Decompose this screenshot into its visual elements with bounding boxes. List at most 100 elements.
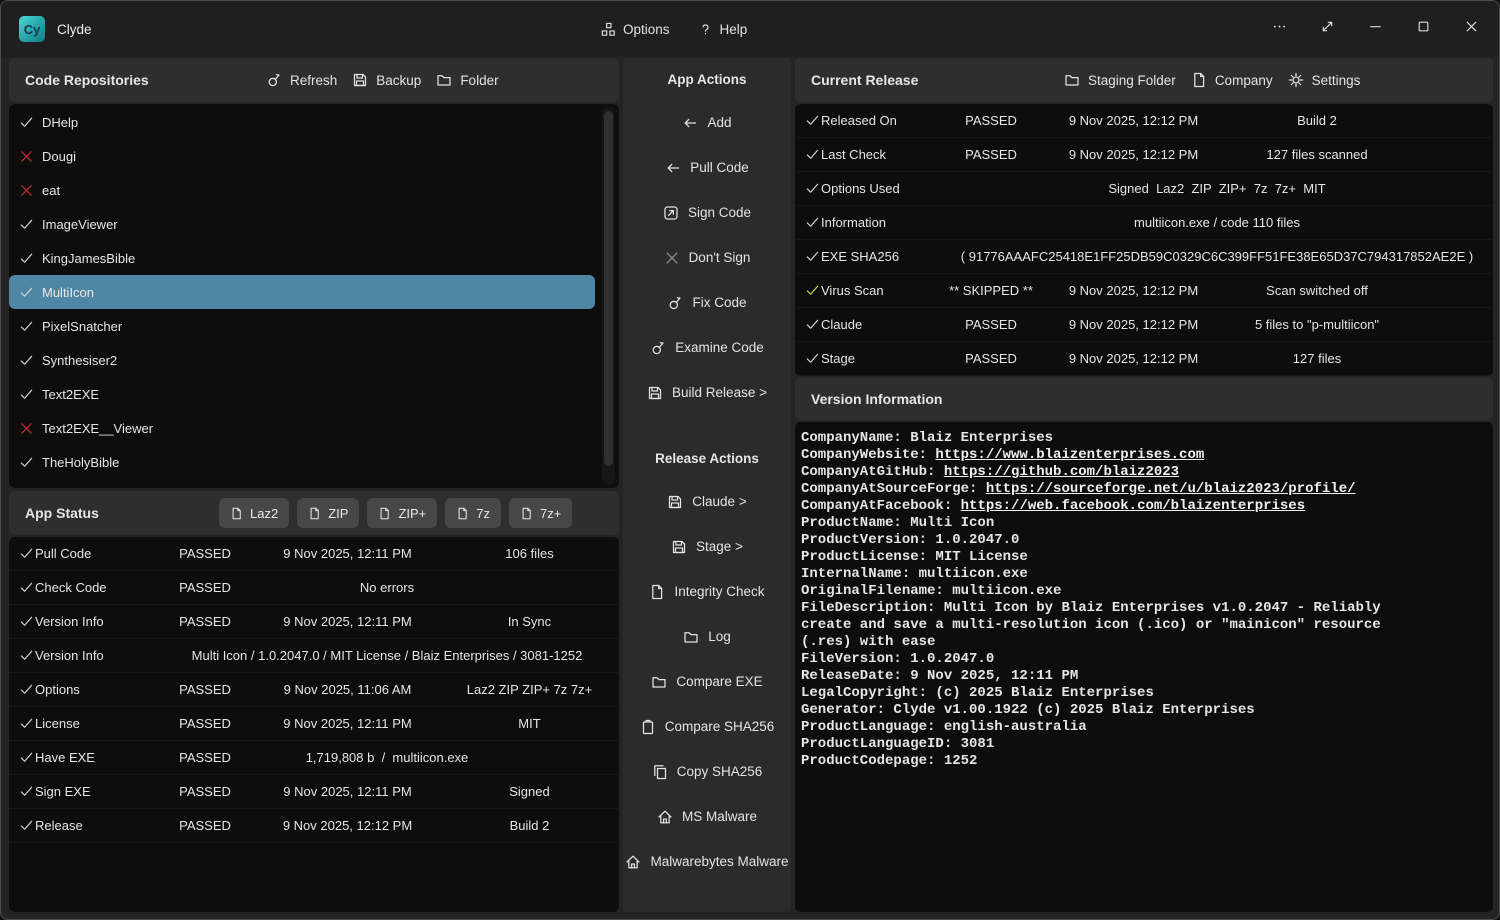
repo-item[interactable]: eat — [9, 173, 595, 207]
gear-icon — [1288, 72, 1304, 88]
repo-item[interactable]: TheHolyBible — [9, 445, 595, 479]
format-zip--button[interactable]: ZIP+ — [367, 498, 437, 528]
action-label: Don't Sign — [689, 250, 751, 265]
status-label: Information — [821, 215, 941, 230]
check-icon — [805, 113, 820, 128]
status-label: Version Info — [35, 614, 155, 629]
repo-item[interactable]: Synthesiser2 — [9, 343, 595, 377]
status-label: Release — [35, 818, 155, 833]
repo-list: DHelp Dougi eatImageViewerKingJamesBibleMu… — [9, 104, 619, 488]
action-compare-sha256-button[interactable]: Compare SHA256 — [623, 704, 791, 749]
repo-list-scrollbar[interactable] — [602, 107, 615, 485]
status-date: 9 Nov 2025, 12:12 PM — [1041, 147, 1226, 162]
more-button[interactable] — [1272, 19, 1287, 39]
action-pull-code-button[interactable]: Pull Code — [623, 145, 791, 190]
action-integrity-check-button[interactable]: Integrity Check — [623, 569, 791, 614]
action-examine-code-button[interactable]: Examine Code — [623, 325, 791, 370]
action-add-button[interactable]: Add — [623, 100, 791, 145]
check-icon — [805, 249, 820, 264]
release-staging-folder-button[interactable]: Staging Folder — [1064, 72, 1176, 88]
maximize-icon — [1416, 19, 1431, 34]
repos-folder-button[interactable]: Folder — [436, 72, 498, 88]
version-link[interactable]: https://www.blaizenterprises.com — [935, 447, 1204, 463]
action-don-t-sign-button[interactable]: Don't Sign — [623, 235, 791, 280]
status-result: PASSED — [155, 546, 255, 561]
release-actions-title: Release Actions — [623, 437, 791, 479]
status-result: PASSED — [155, 784, 255, 799]
status-detail: Signed — [440, 784, 619, 799]
status-detail: multiicon.exe / code 110 files — [951, 215, 1483, 230]
expand-icon — [1320, 19, 1335, 34]
scrollbar-thumb[interactable] — [604, 111, 613, 466]
repo-item[interactable]: Text2EXE — [9, 377, 595, 411]
app-title: Clyde — [57, 22, 92, 37]
action-log-button[interactable]: Log — [623, 614, 791, 659]
floppy-icon — [667, 494, 683, 510]
action-sign-code-button[interactable]: Sign Code — [623, 190, 791, 235]
format-laz2-button[interactable]: Laz2 — [219, 498, 289, 528]
version-field: ProductVersion: 1.0.2047.0 — [801, 532, 1019, 548]
action-label: Fix Code — [692, 295, 746, 310]
repo-name: PixelSnatcher — [42, 319, 122, 334]
check-icon — [19, 115, 34, 130]
action-build-release-button[interactable]: Build Release > — [623, 370, 791, 415]
minimize-button[interactable] — [1368, 19, 1383, 39]
action-copy-sha256-button[interactable]: Copy SHA256 — [623, 749, 791, 794]
button-label: Refresh — [290, 73, 337, 88]
magnifier-icon — [266, 72, 282, 88]
status-row: LicensePASSED9 Nov 2025, 12:11 PMMIT — [9, 707, 619, 741]
repo-item[interactable]: KingJamesBible — [9, 241, 595, 275]
release-company-button[interactable]: Company — [1191, 72, 1273, 88]
close-button[interactable] — [1464, 19, 1479, 39]
action-stage-button[interactable]: Stage > — [623, 524, 791, 569]
action-malwarebytes-malware-button[interactable]: Malwarebytes Malware — [623, 839, 791, 884]
folder-icon — [1064, 72, 1080, 88]
repo-item[interactable]: MultiIcon — [9, 275, 595, 309]
titlebar-options-button[interactable]: Options — [601, 22, 670, 37]
status-detail: Multi Icon / 1.0.2047.0 / MIT License / … — [165, 648, 609, 663]
repos-refresh-button[interactable]: Refresh — [266, 72, 337, 88]
format-7z--button[interactable]: 7z+ — [509, 498, 572, 528]
status-row: Information multiicon.exe / code 110 file… — [795, 206, 1493, 240]
page-icon — [1191, 72, 1207, 88]
expand-button[interactable] — [1320, 19, 1335, 39]
repo-item[interactable]: PixelSnatcher — [9, 309, 595, 343]
action-compare-exe-button[interactable]: Compare EXE — [623, 659, 791, 704]
version-link[interactable]: https://web.facebook.com/blaizenterprise… — [961, 498, 1305, 514]
status-row: Options UsedSigned Laz2 ZIP ZIP+ 7z 7z+ … — [795, 172, 1493, 206]
repo-item[interactable]: Text2EXE__Viewer — [9, 411, 595, 445]
maximize-button[interactable] — [1416, 19, 1431, 39]
repo-item[interactable]: ImageViewer — [9, 207, 595, 241]
format-7z-button[interactable]: 7z — [445, 498, 501, 528]
arrow-left-icon — [665, 160, 681, 176]
status-label: EXE SHA256 — [821, 249, 941, 264]
repo-item[interactable]: Dougi — [9, 139, 595, 173]
check-icon — [805, 215, 820, 230]
action-claude-button[interactable]: Claude > — [623, 479, 791, 524]
titlebar-help-button[interactable]: Help — [698, 22, 748, 37]
status-detail: 127 files scanned — [1226, 147, 1493, 162]
version-link[interactable]: https://github.com/blaiz2023 — [944, 464, 1179, 480]
version-info-line: LegalCopyright: (c) 2025 Blaiz Enterpris… — [801, 685, 1423, 702]
version-field: OriginalFilename: multiicon.exe — [801, 583, 1061, 599]
current-release-title: Current Release — [811, 72, 918, 88]
magnifier-icon — [667, 295, 683, 311]
check-icon — [19, 784, 34, 799]
action-ms-malware-button[interactable]: MS Malware — [623, 794, 791, 839]
repo-item[interactable]: DHelp — [9, 105, 595, 139]
version-info-line: CompanyAtGitHub: https://github.com/blai… — [801, 464, 1423, 481]
version-field: CompanyAtSourceForge: — [801, 481, 986, 497]
check-icon — [19, 455, 34, 470]
action-fix-code-button[interactable]: Fix Code — [623, 280, 791, 325]
file-icon — [308, 507, 321, 520]
format-zip-button[interactable]: ZIP — [297, 498, 359, 528]
repo-name: Dougi — [42, 149, 76, 164]
x-icon — [19, 149, 34, 164]
release-settings-button[interactable]: Settings — [1288, 72, 1361, 88]
status-date: 9 Nov 2025, 12:12 PM — [1041, 351, 1226, 366]
version-link[interactable]: https://sourceforge.net/u/blaiz2023/prof… — [986, 481, 1356, 497]
floppy-icon — [671, 539, 687, 555]
app-status-header: App Status Laz2ZIPZIP+7z7z+ — [9, 491, 619, 535]
repos-backup-button[interactable]: Backup — [352, 72, 421, 88]
chip-label: Laz2 — [250, 506, 278, 521]
